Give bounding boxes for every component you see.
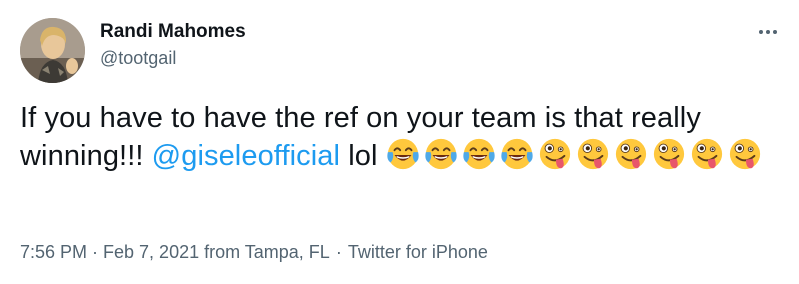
zany-face-icon [577, 138, 608, 170]
meta-separator: · [335, 242, 342, 262]
source-link[interactable]: Twitter for iPhone [348, 242, 488, 262]
zany-face-icon [539, 138, 570, 170]
display-name[interactable]: Randi Mahomes [100, 20, 246, 44]
face-with-tears-of-joy-icon [425, 138, 457, 170]
mention-link[interactable]: @giseleofficial [152, 140, 340, 172]
tweet-meta: 7:56 PM · Feb 7, 2021 from Tampa, FL · Twi… [20, 240, 488, 264]
face-with-tears-of-joy-icon [501, 138, 533, 170]
zany-face-icon [691, 138, 722, 170]
tweet-text-suffix: lol [340, 140, 386, 172]
timestamp-link[interactable]: 7:56 PM · Feb 7, 2021 from Tampa, FL [20, 242, 330, 262]
user-handle[interactable]: @tootgail [100, 46, 246, 70]
avatar[interactable] [20, 18, 85, 83]
more-horizontal-icon [766, 30, 770, 34]
face-with-tears-of-joy-icon [387, 138, 419, 170]
face-with-tears-of-joy-icon [463, 138, 495, 170]
emoji-row [386, 138, 766, 172]
zany-face-icon [729, 138, 760, 170]
more-horizontal-icon [759, 30, 763, 34]
author-info: Randi Mahomes @tootgail [100, 20, 246, 70]
more-options-button[interactable] [755, 22, 781, 42]
zany-face-icon [653, 138, 684, 170]
zany-face-icon [615, 138, 646, 170]
tweet-card: Randi Mahomes @tootgail If you have to h… [0, 0, 799, 284]
tweet-text: If you have to have the ref on your team… [20, 99, 785, 175]
more-horizontal-icon [773, 30, 777, 34]
